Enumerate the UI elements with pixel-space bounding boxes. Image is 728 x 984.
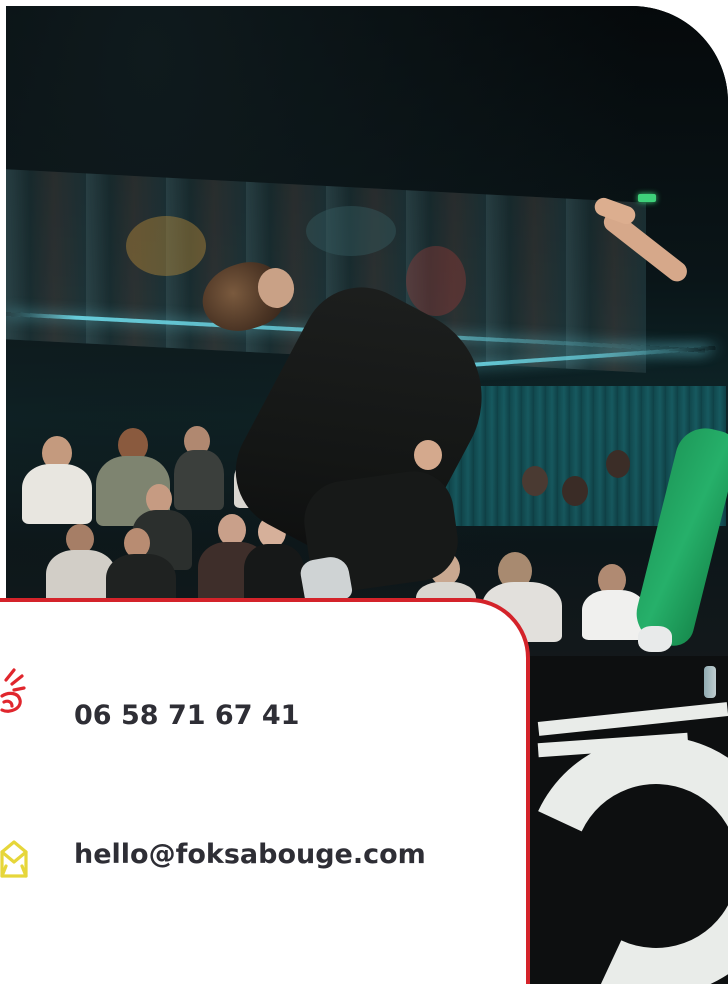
graffiti-mark — [406, 246, 466, 316]
dancer-hand — [414, 440, 442, 470]
graffiti-mark — [126, 216, 206, 276]
page: 06 58 71 67 41 hello@foksabouge.com — [0, 0, 728, 984]
audience-head — [562, 476, 588, 506]
email-address-link[interactable]: hello@foksabouge.com — [74, 839, 426, 870]
audience-head — [522, 466, 548, 496]
audience-body — [174, 450, 224, 510]
water-bottle — [704, 666, 716, 698]
contact-card — [0, 598, 530, 984]
audience-body — [22, 464, 92, 524]
phone-number-link[interactable]: 06 58 71 67 41 — [74, 700, 299, 731]
graffiti-mark — [306, 206, 396, 256]
phone-ringing-icon — [0, 668, 26, 713]
second-dancer-shoe — [638, 626, 672, 652]
exit-sign-icon — [638, 194, 656, 202]
envelope-icon — [0, 840, 28, 878]
audience-body — [244, 544, 304, 606]
audience-head — [606, 450, 630, 478]
